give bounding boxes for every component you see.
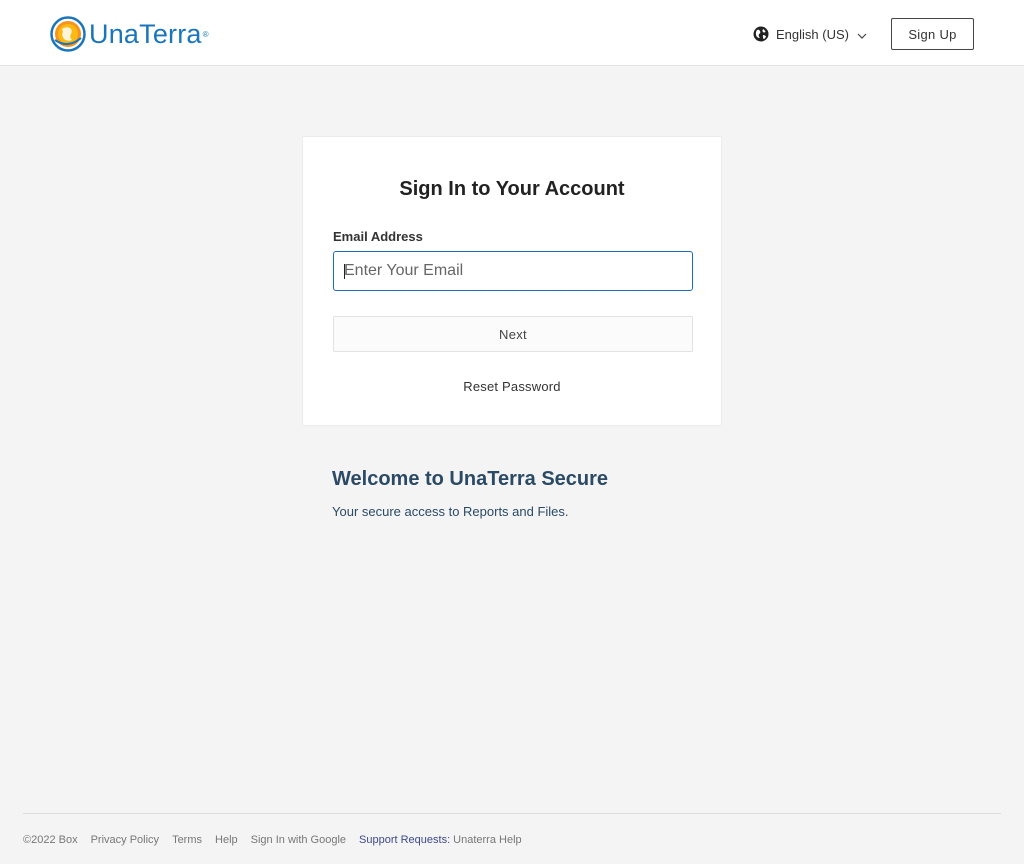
- language-label: English (US): [776, 26, 849, 42]
- support-requests-label: Support Requests:: [359, 834, 451, 846]
- sign-in-with-google-link[interactable]: Sign In with Google: [251, 834, 346, 846]
- unaterra-globe-logo-icon: [50, 16, 86, 52]
- privacy-policy-link[interactable]: Privacy Policy: [91, 834, 159, 846]
- reset-password-link[interactable]: Reset Password: [303, 379, 721, 394]
- copyright-text: ©2022 Box: [23, 834, 78, 846]
- text-cursor: [344, 264, 345, 279]
- footer-divider: [23, 813, 1001, 814]
- welcome-subtitle: Your secure access to Reports and Files.: [332, 504, 569, 519]
- terms-link[interactable]: Terms: [172, 834, 202, 846]
- email-field[interactable]: [333, 251, 693, 291]
- unaterra-help-link[interactable]: Unaterra Help: [453, 834, 521, 846]
- next-button[interactable]: Next: [333, 316, 693, 352]
- logo-registered-mark: ®: [202, 29, 209, 39]
- chevron-down-icon: [857, 33, 867, 39]
- welcome-heading: Welcome to UnaTerra Secure: [332, 468, 609, 490]
- unaterra-logo[interactable]: UnaTerra ®: [50, 15, 209, 53]
- logo-wordmark: UnaTerra: [89, 18, 202, 49]
- sign-in-card: Sign In to Your Account Email Address Ne…: [302, 136, 722, 426]
- language-selector[interactable]: English (US): [753, 24, 867, 44]
- sign-up-button[interactable]: Sign Up: [891, 18, 974, 50]
- top-header: UnaTerra ® English (US) Sign Up: [0, 0, 1024, 66]
- footer: ©2022 Box Privacy Policy Terms Help Sign…: [23, 832, 535, 848]
- sign-in-title: Sign In to Your Account: [399, 178, 625, 200]
- globe-icon: [753, 26, 769, 42]
- email-label: Email Address: [333, 229, 423, 244]
- help-link[interactable]: Help: [215, 834, 238, 846]
